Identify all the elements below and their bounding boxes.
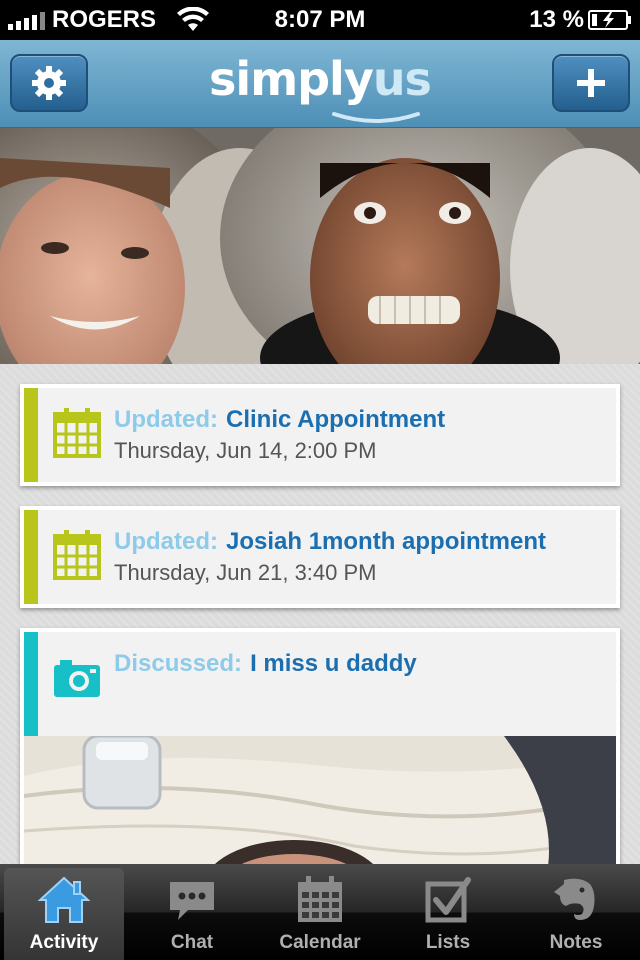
feed-item-datetime: Thursday, Jun 14, 2:00 PM (114, 438, 377, 463)
feed-item-title: Discussed: I miss u daddy (114, 650, 417, 678)
home-icon (38, 876, 90, 923)
tab-label: Notes (549, 932, 603, 953)
calendar-icon (53, 408, 101, 458)
feed-item-title: Updated: Josiah 1month appointment (114, 528, 546, 556)
feed-item-verb: Discussed: (114, 650, 243, 677)
battery-charging-icon (588, 10, 631, 30)
tab-bar: Activity Chat Calendar Lists Notes (0, 864, 640, 960)
plus-icon (577, 69, 605, 97)
feed-item-verb: Updated: (114, 528, 218, 555)
calendar-icon (298, 876, 342, 922)
navigation-bar: simplyus (0, 40, 640, 128)
tab-activity[interactable]: Activity (4, 868, 124, 960)
feed-item[interactable]: Discussed: I miss u daddy (20, 628, 620, 864)
tab-notes[interactable]: Notes (512, 864, 640, 960)
status-bar: ROGERS 8:07 PM 13 % (0, 0, 640, 40)
tab-label: Lists (425, 932, 471, 953)
feed-item-body: Discussed: I miss u daddy (24, 632, 616, 736)
tab-chat[interactable]: Chat (128, 864, 256, 960)
app-logo: simplyus (0, 52, 640, 106)
logo-smile-icon (332, 112, 420, 123)
add-button[interactable] (552, 54, 630, 112)
battery-percent: 13 % (529, 6, 584, 33)
feed-item-body: Updated: Clinic Appointment Thursday, Jun… (24, 388, 616, 482)
feed-item-subject[interactable]: Josiah 1month appointment (226, 528, 546, 555)
shared-photo[interactable] (24, 736, 616, 864)
elephant-icon (554, 878, 595, 920)
tab-lists[interactable]: Lists (384, 864, 512, 960)
feed-item-datetime: Thursday, Jun 21, 3:40 PM (114, 560, 377, 585)
tab-label: Chat (170, 932, 214, 953)
feed-item[interactable]: Updated: Josiah 1month appointment Thursd… (20, 506, 620, 608)
accent-strip (24, 632, 38, 736)
feed-item-subject[interactable]: Clinic Appointment (226, 406, 445, 433)
activity-feed: Updated: Clinic Appointment Thursday, Jun… (0, 364, 640, 864)
logo-text-simply: simply (209, 52, 374, 106)
accent-strip (24, 388, 38, 482)
checkbox-icon (425, 877, 471, 923)
chat-bubble-icon (170, 882, 214, 920)
feed-item-verb: Updated: (114, 406, 218, 433)
couple-cover-photo (0, 128, 640, 364)
feed-item[interactable]: Updated: Clinic Appointment Thursday, Jun… (20, 384, 620, 486)
feed-item-subject[interactable]: I miss u daddy (250, 650, 417, 677)
tab-label: Calendar (279, 932, 361, 953)
accent-strip (24, 510, 38, 604)
tab-calendar[interactable]: Calendar (256, 864, 384, 960)
feed-item-title: Updated: Clinic Appointment (114, 406, 445, 434)
feed-item-body: Updated: Josiah 1month appointment Thursd… (24, 510, 616, 604)
calendar-icon (53, 530, 101, 580)
logo-text-us: us (372, 52, 432, 106)
camera-icon (54, 660, 100, 697)
tab-label: Activity (29, 932, 99, 953)
